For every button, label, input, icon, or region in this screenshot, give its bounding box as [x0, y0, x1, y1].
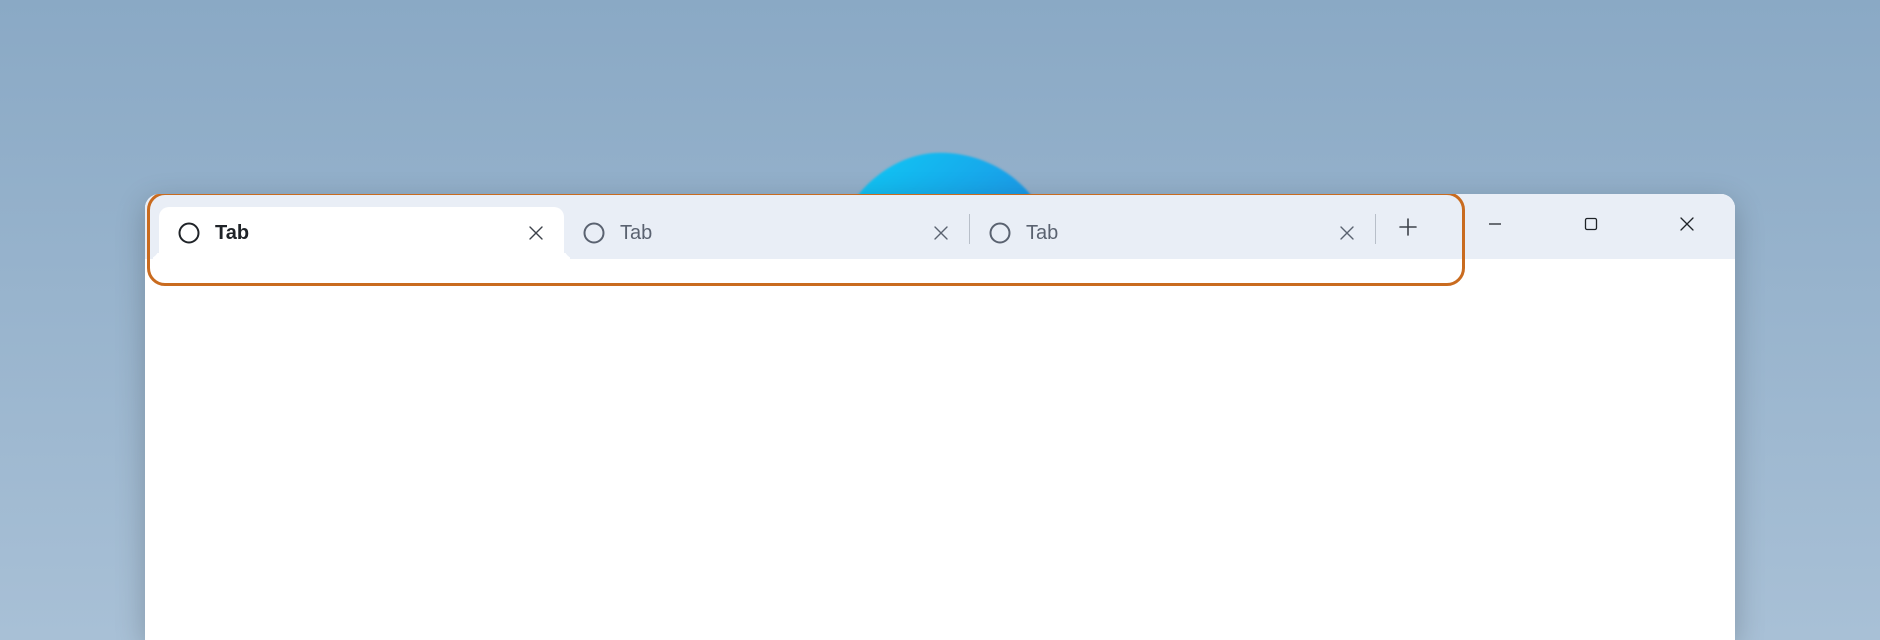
circle-icon: [988, 221, 1012, 245]
minimize-icon: [1487, 216, 1503, 237]
content-area: [145, 259, 1735, 640]
tab-inactive[interactable]: Tab: [970, 207, 1375, 259]
window-controls: [1447, 194, 1735, 259]
circle-icon: [582, 221, 606, 245]
tab-divider: [1375, 214, 1376, 244]
tab-active[interactable]: Tab: [159, 207, 564, 259]
tab-label: Tab: [620, 222, 913, 245]
close-window-button[interactable]: [1639, 194, 1735, 259]
close-tab-button[interactable]: [927, 219, 955, 247]
maximize-icon: [1583, 216, 1599, 237]
circle-icon: [177, 221, 201, 245]
tab-inactive[interactable]: Tab: [564, 207, 969, 259]
new-tab-button[interactable]: [1382, 209, 1434, 251]
maximize-button[interactable]: [1543, 194, 1639, 259]
tab-strip: Tab Tab Tab: [145, 194, 1434, 259]
close-tab-button[interactable]: [522, 219, 550, 247]
browser-window: Tab Tab Tab: [145, 194, 1735, 640]
close-icon: [1679, 216, 1695, 237]
tab-label: Tab: [1026, 222, 1319, 245]
tab-label: Tab: [215, 222, 508, 245]
titlebar[interactable]: Tab Tab Tab: [145, 194, 1735, 259]
plus-icon: [1398, 217, 1418, 242]
close-tab-button[interactable]: [1333, 219, 1361, 247]
minimize-button[interactable]: [1447, 194, 1543, 259]
